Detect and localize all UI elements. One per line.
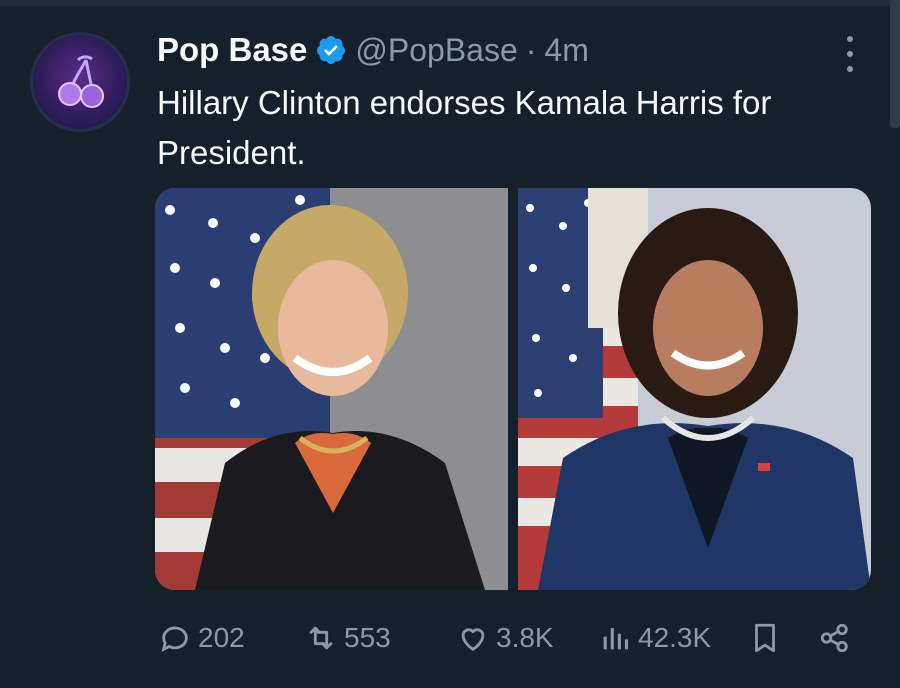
like-count: 3.8K	[496, 622, 554, 653]
reply-icon	[161, 626, 188, 652]
scrollbar[interactable]	[890, 0, 900, 128]
repost-button[interactable]: 553	[304, 613, 391, 663]
repost-icon	[309, 626, 333, 650]
portrait-image	[518, 188, 871, 590]
views-icon	[603, 628, 629, 650]
bookmark-button[interactable]	[748, 613, 782, 663]
views-button[interactable]: 42.3K	[598, 613, 711, 663]
portrait-image	[155, 188, 508, 590]
photo-hillary-clinton[interactable]	[155, 188, 508, 590]
photo-kamala-harris[interactable]	[518, 188, 871, 590]
repost-count: 553	[344, 622, 391, 653]
more-vertical-icon[interactable]	[838, 36, 862, 72]
author-handle[interactable]: @PopBase	[355, 32, 517, 69]
time-separator: ·	[525, 31, 537, 68]
reply-button[interactable]: 202	[158, 613, 245, 663]
bookmark-icon	[755, 623, 775, 653]
share-button[interactable]	[818, 613, 852, 663]
top-divider	[0, 0, 900, 6]
tweet-actions: 202 553 3.8K 42.3K	[158, 613, 858, 663]
like-button[interactable]: 3.8K	[456, 613, 554, 663]
heart-icon	[461, 628, 485, 651]
author-name[interactable]: Pop Base	[157, 31, 307, 69]
tweet-media[interactable]	[155, 188, 871, 590]
more-dot	[847, 66, 853, 72]
verified-badge-icon[interactable]	[315, 34, 347, 66]
tweet-header: Pop Base @PopBase · 4m	[157, 28, 589, 72]
reply-count: 202	[198, 622, 245, 653]
avatar[interactable]	[30, 32, 130, 132]
view-count: 42.3K	[638, 622, 712, 653]
cherry-icon	[58, 55, 104, 108]
tweet-time[interactable]: 4m	[544, 32, 588, 69]
more-dot	[847, 51, 853, 57]
share-icon	[820, 623, 848, 653]
tweet-text: Hillary Clinton endorses Kamala Harris f…	[157, 84, 772, 171]
more-dot	[847, 36, 853, 42]
